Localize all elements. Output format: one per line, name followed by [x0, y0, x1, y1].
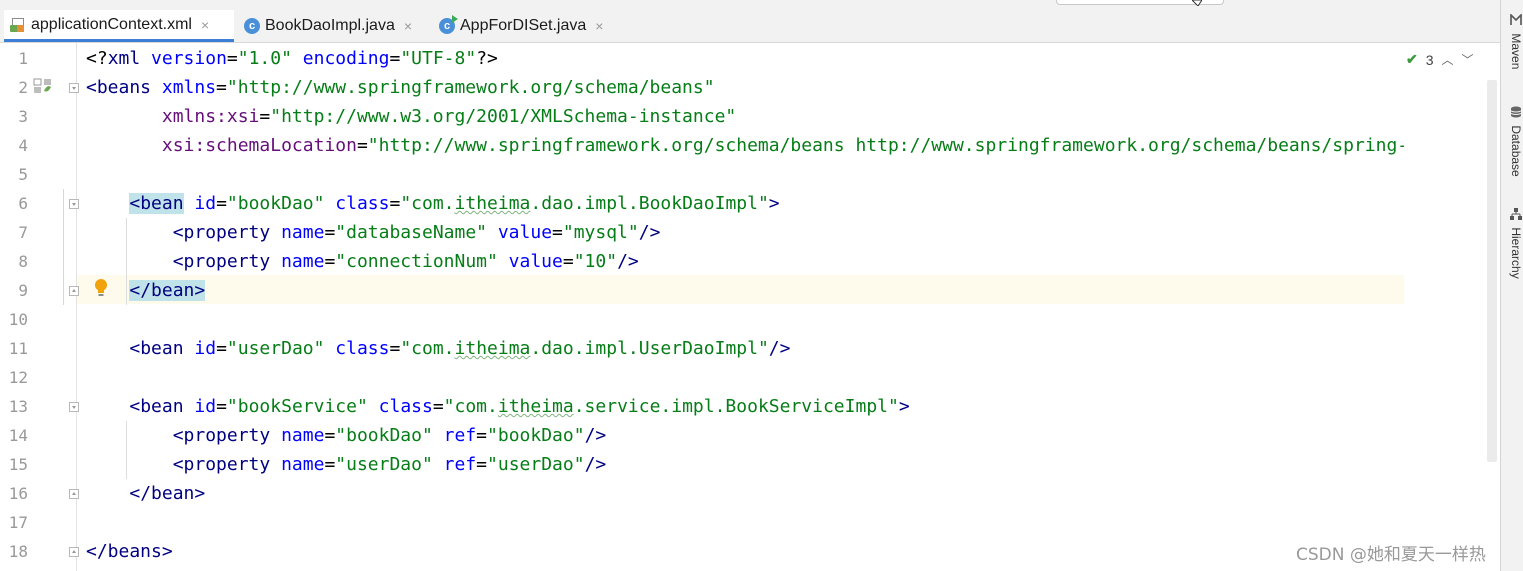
matched-tag-highlight: </bean> [129, 280, 206, 301]
line-number: 5 [18, 165, 28, 184]
code-line: </bean> [129, 483, 206, 504]
line-number: 18 [8, 542, 28, 561]
code-line: xmlns:xsi="http://www.w3.org/2001/XMLSch… [161, 106, 737, 127]
inspection-count: 3 [1425, 51, 1434, 68]
line-number: 3 [18, 107, 28, 126]
checkmark-icon: ✔ [1406, 51, 1418, 67]
hierarchy-icon [1510, 208, 1522, 220]
line-number: 12 [8, 368, 28, 387]
tab-label: applicationContext.xml [31, 15, 192, 33]
editor-scrollbar[interactable] [1487, 80, 1497, 462]
close-tab-icon[interactable]: × [404, 18, 412, 34]
line-number: 10 [8, 310, 28, 329]
watermark: CSDN @她和夏天一样热 [1296, 545, 1486, 565]
maven-label: Maven [1509, 33, 1523, 70]
code-line: <property name="bookDao" ref="bookDao"/> [172, 425, 607, 446]
code-line: <property name="connectionNum" value="10… [172, 251, 639, 272]
maven-tool-button[interactable]: Maven [1503, 14, 1523, 69]
tab-app-for-di-set[interactable]: c AppForDISet.java × [433, 10, 615, 42]
tab-label: BookDaoImpl.java [265, 17, 395, 34]
line-number: 17 [8, 513, 28, 532]
line-number: 2 [18, 78, 28, 97]
line-number: 13 [8, 397, 28, 416]
database-icon [1510, 106, 1522, 118]
line-number: 9 [18, 281, 28, 300]
database-tool-button[interactable]: Database [1503, 106, 1523, 177]
line-number: 15 [8, 455, 28, 474]
hierarchy-label: Hierarchy [1509, 227, 1523, 279]
java-class-icon: c [244, 18, 260, 34]
database-label: Database [1509, 125, 1523, 177]
code-line: <property name="databaseName" value="mys… [172, 222, 661, 243]
line-number: 7 [18, 223, 28, 242]
line-number: 8 [18, 252, 28, 271]
tab-application-context-xml[interactable]: applicationContext.xml × [4, 10, 234, 42]
close-tab-icon[interactable]: × [201, 17, 209, 33]
line-number: 11 [8, 339, 28, 358]
xml-file-icon [10, 17, 26, 33]
inspection-widget[interactable]: ✔ 3 ︿ ﹀ [1406, 51, 1474, 68]
close-tab-icon[interactable]: × [595, 18, 603, 34]
code-line: <bean id="bookDao" class="com.itheima.da… [129, 193, 780, 214]
code-editor[interactable]: <?xml version="1.0" encoding="UTF-8"?> <… [77, 43, 1404, 571]
tab-book-dao-impl[interactable]: c BookDaoImpl.java × [238, 10, 431, 42]
scope-indicator [63, 189, 64, 305]
code-line: <property name="userDao" ref="userDao"/> [172, 454, 607, 475]
matched-tag-highlight: <bean [129, 193, 184, 214]
code-line: xsi:schemaLocation="http://www.springfra… [161, 135, 1404, 156]
mouse-cursor-icon [1192, 0, 1202, 6]
editor-gutter: 1 2 3 4 5 6 7 8 9 10 11 12 13 14 15 16 1… [0, 43, 79, 571]
code-line: <?xml version="1.0" encoding="UTF-8"?> [86, 48, 498, 69]
code-line: <beans xmlns="http://www.springframework… [86, 77, 715, 98]
line-number: 1 [18, 49, 28, 68]
maven-icon [1510, 14, 1522, 25]
code-line: </beans> [86, 541, 173, 562]
line-number: 6 [18, 194, 28, 213]
previous-highlight-icon[interactable]: ︿ [1442, 51, 1454, 68]
line-number: 4 [18, 136, 28, 155]
right-tool-strip: Maven Database Hierarchy [1500, 0, 1523, 571]
next-highlight-icon[interactable]: ﹀ [1462, 51, 1474, 68]
spring-bean-icon[interactable] [33, 78, 53, 94]
tab-label: AppForDISet.java [460, 17, 587, 34]
editor-tab-bar: applicationContext.xml × c BookDaoImpl.j… [0, 0, 1500, 43]
code-line: </bean> [86, 276, 206, 305]
code-line: <bean id="bookService" class="com.itheim… [129, 396, 910, 417]
code-line: <bean id="userDao" class="com.itheima.da… [129, 338, 791, 359]
hierarchy-tool-button[interactable]: Hierarchy [1503, 208, 1523, 279]
line-number: 14 [8, 426, 28, 445]
line-number: 16 [8, 484, 28, 503]
java-runnable-class-icon: c [439, 15, 458, 34]
